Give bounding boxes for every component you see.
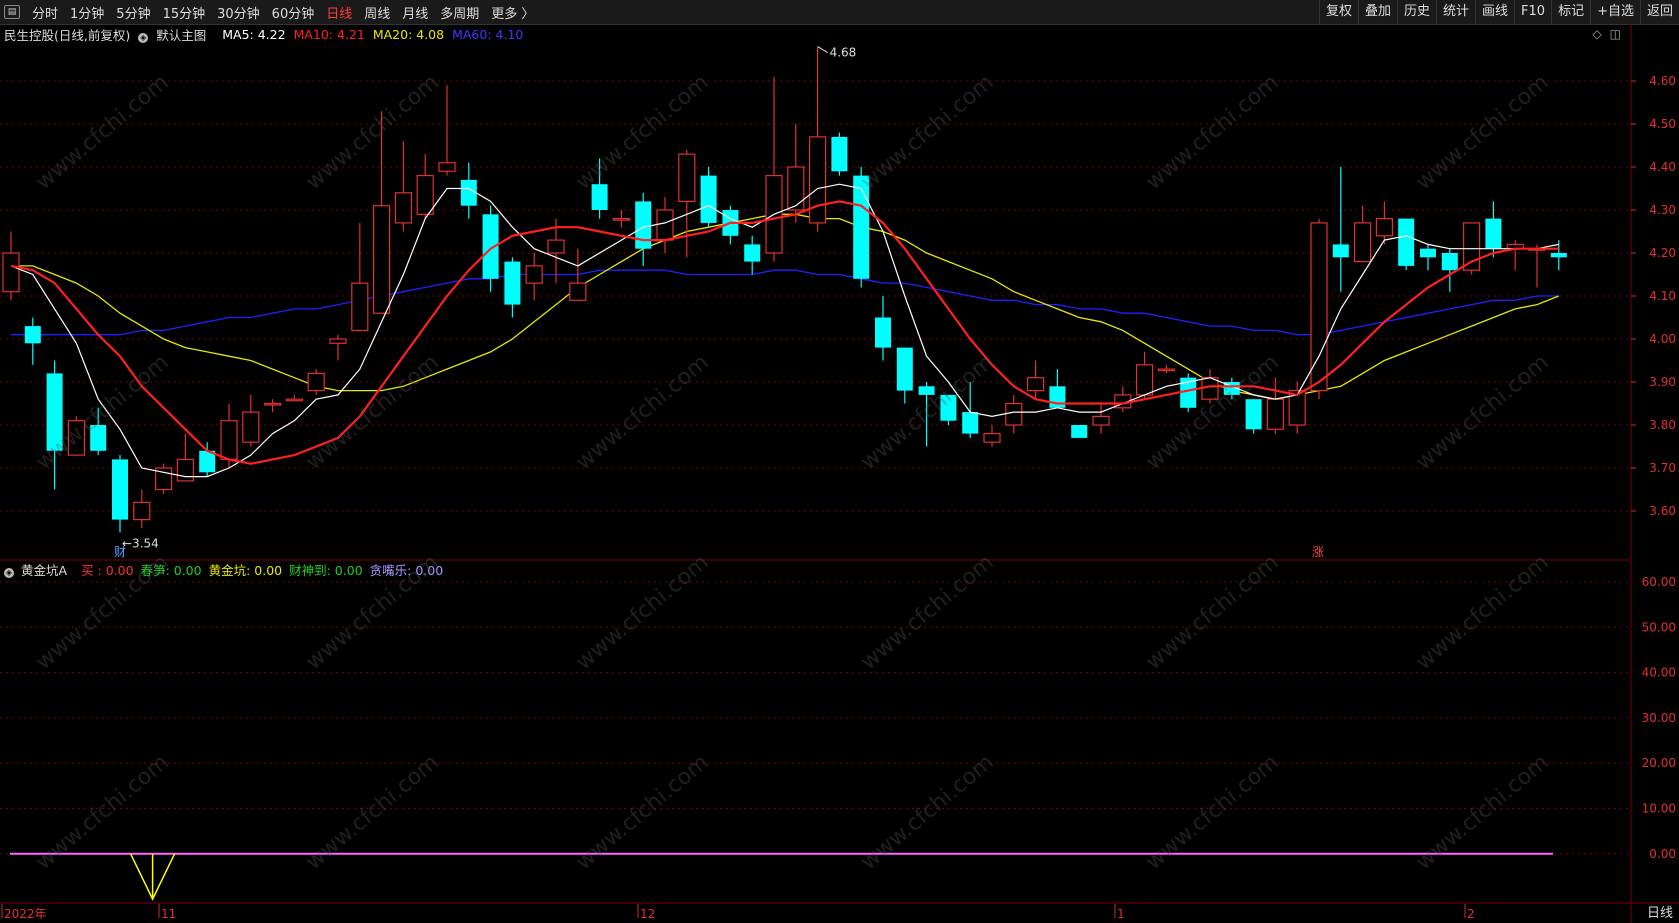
candle-body-up: [983, 433, 1001, 443]
candle-body-up: [264, 402, 282, 406]
indicator-tick-label: 60.00: [1642, 575, 1676, 589]
low-label: ←3.54: [122, 537, 159, 551]
zhang-mark: 涨: [1312, 544, 1324, 559]
candle-body-down: [460, 179, 477, 206]
candle-body-down: [1550, 253, 1567, 258]
candle-body-up: [808, 136, 827, 224]
candle-body-down: [1485, 218, 1502, 249]
high-label: 4.68: [830, 46, 857, 60]
candle-body-down: [1245, 399, 1262, 430]
date-label: 2022年: [4, 907, 47, 921]
price-tick-label: 3.60: [1649, 504, 1676, 518]
price-tick-label: 4.50: [1649, 117, 1676, 131]
candle-body-down: [90, 425, 107, 451]
candle-body-up: [285, 398, 303, 402]
candle-body-up: [220, 420, 238, 461]
indicator-tick-label: 10.00: [1642, 802, 1676, 816]
price-tick-label: 3.70: [1649, 461, 1676, 475]
candle-body-up: [1157, 368, 1176, 372]
candle-body-up: [525, 265, 543, 284]
candle-body-up: [1092, 415, 1110, 426]
price-tick-label: 4.60: [1649, 74, 1676, 88]
candle-body-up: [2, 252, 20, 293]
candle-body-down: [112, 459, 128, 520]
candle-body-up: [1266, 398, 1285, 430]
candle-body-down: [940, 394, 957, 421]
candle-body-down: [831, 136, 848, 172]
candle-body-up: [547, 239, 565, 254]
candle-body-down: [962, 412, 979, 434]
candle-body-down: [46, 373, 63, 451]
candle-body-up: [1353, 222, 1372, 263]
candle-body-up: [1135, 364, 1154, 396]
price-tick-label: 4.20: [1649, 246, 1676, 260]
candle-body-up: [678, 153, 696, 203]
candle-body-down: [635, 201, 652, 249]
price-tick-label: 4.00: [1649, 332, 1676, 346]
candle-body-up: [612, 218, 631, 221]
price-tick-label: 4.30: [1649, 203, 1676, 217]
cai-mark: 财: [114, 545, 126, 559]
price-tick-label: 3.90: [1649, 375, 1676, 389]
candle-body-down: [504, 261, 521, 305]
indicator-tick-label: 40.00: [1642, 666, 1676, 680]
candle-body-up: [1462, 222, 1481, 271]
candle-body-up: [307, 372, 325, 392]
date-label: 2: [1467, 907, 1475, 921]
period-indicator: 日线: [1646, 906, 1673, 921]
candle-body-down: [744, 244, 761, 262]
candle-body-up: [242, 411, 260, 443]
candle-body-down: [1071, 425, 1088, 438]
candle-body-up: [569, 282, 587, 301]
candle-body-up: [656, 209, 674, 241]
indicator-tick-label: 30.00: [1642, 711, 1676, 725]
candle-body-up: [1005, 402, 1023, 426]
candle-body-down: [1332, 244, 1349, 258]
candle-body-down: [24, 326, 41, 344]
indicator-tick-label: 50.00: [1642, 620, 1676, 634]
date-label: 1: [1117, 907, 1125, 921]
candle-body-up: [329, 338, 347, 344]
candle-body-down: [853, 175, 870, 279]
price-tick-label: 4.10: [1649, 289, 1676, 303]
candle-body-up: [351, 282, 369, 332]
price-tick-label: 3.80: [1649, 418, 1676, 432]
date-label: 12: [640, 907, 655, 921]
candle-body-down: [918, 386, 935, 395]
indicator-tick-label: 0.00: [1649, 847, 1676, 861]
candle-body-up: [787, 166, 805, 211]
candle-body-down: [1398, 218, 1415, 266]
candle-body-down: [1420, 248, 1436, 258]
high-arrow: [817, 46, 828, 54]
candle-body-up: [1026, 377, 1045, 392]
candle-body-up: [373, 205, 391, 314]
candle-body-down: [875, 317, 891, 348]
price-tick-label: 4.40: [1649, 160, 1676, 174]
candle-body-down: [700, 175, 717, 223]
candle-body-up: [67, 420, 86, 456]
candle-body-up: [394, 192, 412, 224]
candle-body-up: [176, 458, 194, 482]
candle-body-down: [896, 347, 913, 391]
candle-body-down: [1441, 253, 1458, 271]
candle-body-up: [1375, 218, 1394, 237]
candle-body-down: [591, 184, 608, 210]
date-label: 11: [161, 907, 176, 921]
candle-body-up: [416, 175, 434, 215]
indicator-tick-label: 20.00: [1642, 756, 1676, 770]
candle-body-up: [438, 162, 456, 172]
candle-body-up: [133, 501, 151, 521]
kline-chart[interactable]: 4.60 4.50 4.40 4.30 4.20 4.10 4.00 3.90 3.80 3.70…: [0, 0, 1679, 923]
